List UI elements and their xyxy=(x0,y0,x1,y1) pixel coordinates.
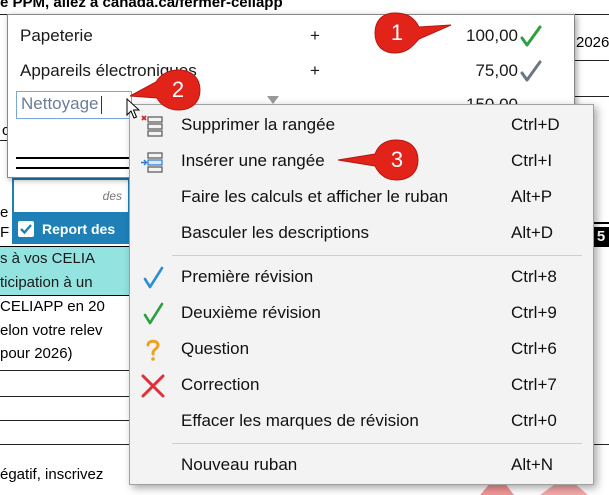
menu-item-label: Nouveau ruban xyxy=(181,455,298,474)
callout-number: 1 xyxy=(390,20,404,45)
menu-item-label: Effacer les marques de révision xyxy=(181,411,419,430)
bg-left-e: e xyxy=(0,204,9,221)
description-field[interactable]: des xyxy=(12,178,130,214)
tape-description-input[interactable]: Nettoyage xyxy=(16,91,132,119)
menu-item-label: Supprimer la rangée xyxy=(181,115,336,134)
bg-line-pour: pour 2026) xyxy=(0,345,73,362)
tape-row[interactable]: Papeterie + 100,00 xyxy=(8,21,576,51)
menu-item-label: Faire les calculs et afficher le ruban xyxy=(181,187,449,206)
menu-item-label: Basculer les descriptions xyxy=(181,223,370,242)
report-label: Report des xyxy=(42,221,116,237)
checkbox-check-icon xyxy=(20,224,32,235)
menu-item-question[interactable]: Question Ctrl+6 xyxy=(130,331,593,367)
menu-item-shortcut: Ctrl+6 xyxy=(511,339,557,358)
bg-teal-line2: ticipation à un xyxy=(0,274,93,291)
bg-divider xyxy=(575,96,609,97)
menu-item-shortcut: Alt+P xyxy=(511,187,553,206)
callout-badge-2: 2 xyxy=(130,68,201,112)
bg-divider xyxy=(575,60,609,61)
menu-item-clear-review-marks[interactable]: Effacer les marques de révision Ctrl+0 xyxy=(130,403,593,439)
menu-item-label: Correction xyxy=(181,375,260,394)
bg-line-releve: elon votre relev xyxy=(0,322,103,339)
menu-item-label: Insérer une rangée xyxy=(181,151,325,170)
tape-row[interactable]: Appareils électroniques + 75,00 xyxy=(8,56,576,86)
menu-item-label: Première révision xyxy=(181,267,314,286)
menu-item-label: Deuxième révision xyxy=(181,303,321,322)
menu-item-new-tape[interactable]: Nouveau ruban Alt+N xyxy=(130,447,593,483)
bg-right-year: 2026) xyxy=(576,34,609,51)
bg-divider xyxy=(594,222,609,224)
question-mark-icon xyxy=(146,339,160,361)
menu-item-shortcut: Alt+N xyxy=(511,455,554,474)
bg-divider xyxy=(0,246,130,247)
menu-separator xyxy=(172,255,582,256)
tape-description: Papeterie xyxy=(20,26,93,45)
text-caret xyxy=(100,95,102,114)
red-x-icon xyxy=(141,374,165,398)
bg-divider xyxy=(0,396,130,397)
menu-item-shortcut: Ctrl+I xyxy=(511,151,553,170)
menu-item-toggle-descriptions[interactable]: Basculer les descriptions Alt+D xyxy=(130,215,593,251)
callout-badge-3: 3 xyxy=(338,138,419,182)
menu-item-shortcut: Ctrl+7 xyxy=(511,375,557,394)
blue-check-icon xyxy=(143,266,164,289)
tape-total-line xyxy=(16,157,132,159)
menu-item-shortcut: Ctrl+0 xyxy=(511,411,557,430)
bg-line-negatif: égatif, inscrivez xyxy=(0,466,104,483)
menu-item-correction[interactable]: Correction Ctrl+7 xyxy=(130,367,593,403)
tape-amount: 100,00 xyxy=(466,26,518,45)
bg-divider xyxy=(0,420,130,421)
bg-line-celiapp: CELIAPP en 20 xyxy=(0,298,105,315)
tape-operator: + xyxy=(310,26,320,45)
bg-top-line: e PPM, allez à canada.ca/fermer-celiapp xyxy=(0,0,283,11)
bg-divider xyxy=(0,444,130,445)
menu-separator xyxy=(172,443,582,444)
callout-number: 2 xyxy=(171,77,185,102)
menu-item-shortcut: Ctrl+8 xyxy=(511,267,557,286)
callout-number: 3 xyxy=(390,147,404,172)
bg-divider xyxy=(0,370,130,371)
report-checkbox[interactable] xyxy=(18,221,34,237)
menu-item-label: Question xyxy=(181,339,250,358)
green-check-icon xyxy=(520,25,542,47)
bg-left-f: F xyxy=(0,224,10,241)
tape-total-line xyxy=(16,167,132,169)
tape-amount: 75,00 xyxy=(475,61,518,80)
insert-row-icon xyxy=(141,152,163,173)
bg-divider xyxy=(0,295,130,296)
description-placeholder: des xyxy=(102,189,122,203)
line-number-badge: 5 xyxy=(593,227,609,247)
green-check-icon xyxy=(143,302,164,325)
delete-row-icon xyxy=(141,115,163,137)
menu-item-shortcut: Ctrl+9 xyxy=(511,303,557,322)
tape-operator: + xyxy=(310,61,320,80)
bg-teal-line1: s à vos CELIA xyxy=(0,250,96,267)
tape-input-value: Nettoyage xyxy=(21,94,99,113)
menu-item-calculate-tape[interactable]: Faire les calculs et afficher le ruban A… xyxy=(130,179,593,215)
menu-item-shortcut: Ctrl+D xyxy=(511,115,560,134)
gray-check-icon xyxy=(520,60,542,82)
report-checkbox-bar[interactable]: Report des xyxy=(12,214,130,244)
menu-item-second-review[interactable]: Deuxième révision Ctrl+9 xyxy=(130,295,593,331)
bg-divider xyxy=(594,444,609,445)
menu-item-first-review[interactable]: Première révision Ctrl+8 xyxy=(130,259,593,295)
callout-badge-1: 1 xyxy=(373,11,452,55)
menu-item-shortcut: Alt+D xyxy=(511,223,554,242)
